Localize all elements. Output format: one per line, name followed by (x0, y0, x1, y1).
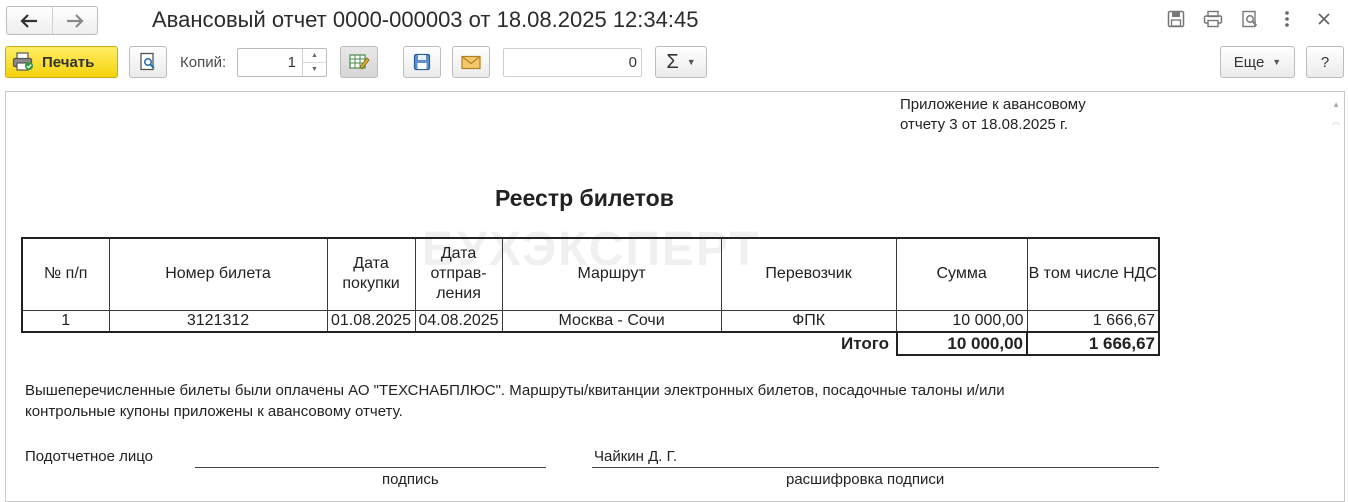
vertical-dots-icon (1284, 11, 1289, 27)
sum-value-field: 0 (503, 48, 642, 77)
decoding-line (592, 467, 1159, 468)
more-window-button[interactable] (1268, 8, 1305, 30)
totals-label: Итого (841, 334, 889, 353)
table-header-row: № п/п Номер билета Дата покупки Дата отп… (21, 237, 1160, 311)
print-button-label: Печать (42, 53, 95, 71)
title-bar: Авансовый отчет 0000-000003 от 18.08.202… (0, 0, 1348, 40)
close-icon (1317, 13, 1330, 25)
print-button[interactable]: Печать (5, 46, 118, 78)
arrow-left-icon (20, 13, 38, 28)
copies-stepper[interactable]: ▲ ▼ (302, 49, 326, 76)
scroll-collapse-icon[interactable]: ︿ (1332, 116, 1340, 127)
scroll-up-icon[interactable]: ▲ (1332, 100, 1340, 109)
preview-button[interactable] (129, 46, 167, 78)
cell-vat[interactable]: 1 666,67 (1026, 309, 1160, 333)
cell-carrier[interactable]: ФПК (720, 309, 897, 333)
cell-departure-date[interactable]: 04.08.2025 (414, 309, 503, 333)
signature-line (195, 467, 546, 468)
floppy-disk-icon (1167, 10, 1184, 28)
printer-icon (12, 52, 33, 71)
stepper-up-icon[interactable]: ▲ (303, 49, 326, 62)
column-header: Номер билета (108, 237, 328, 311)
stepper-down-icon[interactable]: ▼ (303, 62, 326, 76)
more-button[interactable]: Еще ▼ (1220, 46, 1295, 78)
help-button[interactable]: ? (1306, 46, 1344, 78)
close-window-button[interactable] (1305, 8, 1342, 30)
cell-purchase-date[interactable]: 01.08.2025 (326, 309, 416, 333)
print-preview-icon (1241, 10, 1257, 28)
registry-title: Реестр билетов (495, 185, 674, 211)
sum-dropdown-button[interactable]: Σ ▼ (655, 46, 707, 78)
preview-window-button[interactable] (1231, 8, 1268, 30)
window-actions (1157, 8, 1342, 30)
decoding-caption: расшифровка подписи (786, 471, 945, 488)
chevron-down-icon: ▼ (1272, 57, 1282, 67)
save-button[interactable] (403, 46, 441, 78)
cell-ticket-number[interactable]: 3121312 (108, 309, 328, 333)
sigma-icon: Σ (666, 50, 679, 73)
page-title: Авансовый отчет 0000-000003 от 18.08.202… (152, 7, 699, 32)
tickets-table: № п/п Номер билета Дата покупки Дата отп… (21, 237, 1161, 333)
copies-label: Копий: (180, 54, 227, 71)
column-header: В том числе НДС (1026, 237, 1160, 311)
payment-note: Вышеперечисленные билеты были оплачены А… (25, 380, 1145, 422)
cell-route[interactable]: Москва - Сочи (501, 309, 722, 333)
save-window-button[interactable] (1157, 8, 1194, 30)
navigation-group (6, 6, 98, 35)
signature-caption: подпись (382, 471, 439, 488)
forward-button[interactable] (51, 7, 97, 34)
column-header: Дата покупки (326, 237, 416, 311)
totals-sum[interactable]: 10 000,00 (896, 331, 1028, 356)
column-header: № п/п (21, 237, 110, 311)
payment-note-line-2: контрольные купоны приложены к авансовом… (25, 403, 403, 420)
totals-vat[interactable]: 1 666,67 (1026, 331, 1160, 356)
table-row[interactable]: 1 3121312 01.08.2025 04.08.2025 Москва -… (21, 309, 1160, 333)
arrow-right-icon (66, 13, 84, 28)
column-header: Дата отправ- ления (414, 237, 503, 311)
print-window-button[interactable] (1194, 8, 1231, 30)
copies-input[interactable]: 1 ▲ ▼ (237, 48, 327, 77)
email-button[interactable] (452, 46, 490, 78)
column-header: Сумма (895, 237, 1028, 311)
column-header: Маршрут (501, 237, 722, 311)
copies-value: 1 (287, 54, 296, 71)
printer-icon (1203, 10, 1222, 28)
sum-value: 0 (628, 54, 637, 71)
appendix-note: Приложение к авансовому отчету 3 от 18.0… (900, 95, 1086, 135)
cell-sum[interactable]: 10 000,00 (895, 309, 1028, 333)
toolbar: Печать Копий: 1 ▲ ▼ 0 Σ ▼ Еще ▼ ? (0, 44, 1348, 82)
more-button-label: Еще (1233, 53, 1265, 71)
envelope-icon (461, 55, 481, 69)
edit-mode-button[interactable] (340, 46, 378, 78)
floppy-disk-icon (413, 53, 431, 71)
chevron-down-icon: ▼ (686, 57, 696, 67)
signer-name: Чайкин Д. Г. (594, 448, 678, 465)
appendix-line-2: отчету 3 от 18.08.2025 г. (900, 116, 1068, 133)
help-button-label: ? (1320, 53, 1330, 71)
spreadsheet-document[interactable]: ▲ ︿ БУХЭКСПЕРТ Приложение к авансовому о… (5, 91, 1345, 502)
table-edit-icon (349, 54, 370, 70)
payment-note-line-1: Вышеперечисленные билеты были оплачены А… (25, 382, 1005, 399)
print-preview-icon (140, 52, 155, 71)
appendix-line-1: Приложение к авансовому (900, 96, 1086, 113)
accountable-person-label: Подотчетное лицо (25, 448, 153, 465)
cell-number[interactable]: 1 (21, 309, 110, 333)
column-header: Перевозчик (720, 237, 897, 311)
back-button[interactable] (7, 7, 52, 34)
